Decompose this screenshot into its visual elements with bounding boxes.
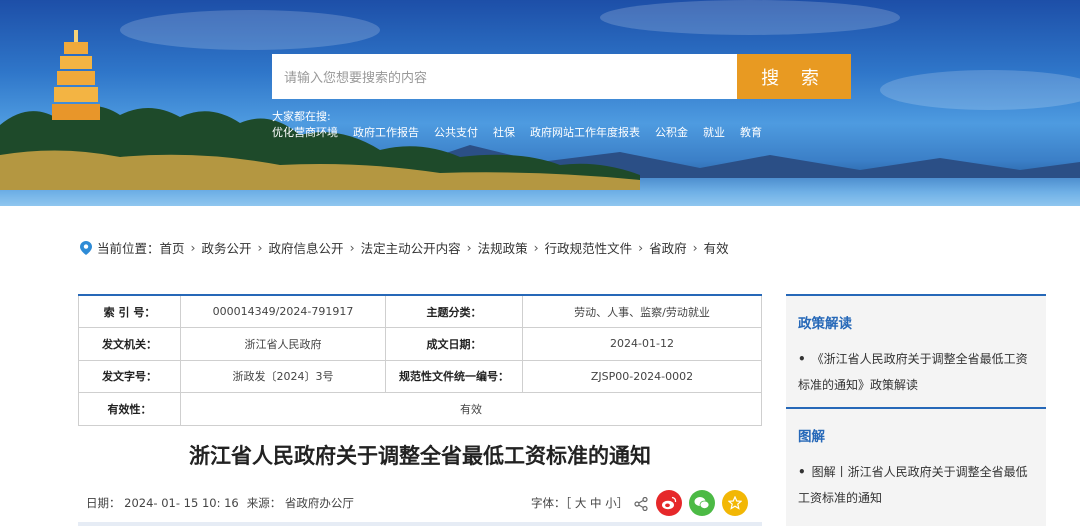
breadcrumb-separator: › [257, 240, 263, 255]
breadcrumb-separator: › [692, 240, 698, 255]
breadcrumb-item[interactable]: 法定主动公开内容 [361, 238, 461, 257]
validity-value: 有效 [180, 392, 762, 426]
breadcrumb-separator: › [638, 240, 644, 255]
bullet: • [798, 465, 806, 479]
hot-link[interactable]: 社保 [493, 124, 515, 140]
index-label: 索 引 号： [78, 294, 181, 328]
hot-link[interactable]: 政府网站工作年度报表 [530, 124, 640, 140]
docno-value: 浙政发〔2024〕3号 [180, 359, 386, 393]
breadcrumb-item[interactable]: 行政规范性文件 [545, 238, 633, 257]
pagoda-image [52, 30, 100, 120]
document-meta: 日期： 2024- 01- 15 10: 16 来源： 省政府办公厅 [86, 495, 354, 511]
issuer-label: 发文机关： [78, 327, 181, 361]
policy-interpretation-panel: 政策解读 • 《浙江省人民政府关于调整全省最低工资标准的通知》政策解读 [786, 294, 1046, 408]
breadcrumb-separator: › [190, 240, 196, 255]
breadcrumb-item[interactable]: 法规政策 [478, 238, 528, 257]
breadcrumb-item[interactable]: 有效 [704, 238, 729, 257]
breadcrumb-item[interactable]: 政务公开 [202, 238, 252, 257]
breadcrumb-item[interactable]: 省政府 [649, 238, 687, 257]
date-value: 2024-01-12 [522, 327, 762, 361]
docno-label: 发文字号： [78, 359, 181, 393]
breadcrumb-item[interactable]: 首页 [160, 238, 185, 257]
hot-link[interactable]: 公积金 [655, 124, 688, 140]
topic-value: 劳动、人事、监察/劳动就业 [522, 294, 762, 328]
banner-cloud [120, 10, 380, 50]
page-title: 浙江省人民政府关于调整全省最低工资标准的通知 [189, 444, 651, 468]
date-label: 成文日期： [385, 327, 523, 361]
star-icon [728, 496, 742, 510]
weibo-share-button[interactable] [656, 490, 682, 516]
hot-link[interactable]: 优化营商环境 [272, 124, 338, 140]
list-item[interactable]: • 图解丨浙江省人民政府关于调整全省最低工资标准的通知 [786, 445, 1046, 511]
policy-interpretation-title: 政策解读 [798, 316, 852, 332]
search-button[interactable]: 搜 索 [737, 54, 851, 99]
table-row: 有效性： 有效 [78, 392, 762, 426]
graphic-interpretation-link[interactable]: 图解丨浙江省人民政府关于调整全省最低工资标准的通知 [798, 465, 1028, 505]
breadcrumb: 当前位置： 首页 › 政务公开 › 政府信息公开 › 法定主动公开内容 › 法规… [80, 238, 729, 257]
table-row: 发文字号： 浙政发〔2024〕3号 规范性文件统一编号： ZJSP00-2024… [78, 359, 762, 393]
banner-cloud [880, 70, 1080, 110]
topic-label: 主题分类： [385, 294, 523, 328]
header-banner: 请输入您想要搜索的内容 搜 索 大家都在搜: 优化营商环境 政府工作报告 公共支… [0, 0, 1080, 206]
index-value: 000014349/2024-791917 [180, 294, 386, 328]
uniform-value: ZJSP00-2024-0002 [522, 359, 762, 393]
breadcrumb-separator: › [533, 240, 539, 255]
hot-link[interactable]: 就业 [703, 124, 725, 140]
breadcrumb-prefix: 当前位置： [97, 241, 160, 256]
wechat-share-button[interactable] [689, 490, 715, 516]
table-row: 索 引 号： 000014349/2024-791917 主题分类： 劳动、人事… [78, 294, 762, 328]
content-divider [78, 522, 762, 526]
search-placeholder: 请输入您想要搜索的内容 [284, 71, 428, 86]
search-input[interactable]: 请输入您想要搜索的内容 [272, 54, 737, 99]
hot-search-links: 优化营商环境 政府工作报告 公共支付 社保 政府网站工作年度报表 公积金 就业 … [272, 124, 762, 140]
hot-search-label: 大家都在搜: [272, 110, 331, 123]
share-icon[interactable] [634, 497, 648, 511]
graphic-interpretation-panel: 图解 • 图解丨浙江省人民政府关于调整全省最低工资标准的通知 [786, 407, 1046, 526]
bullet: • [798, 352, 806, 366]
validity-label: 有效性： [78, 392, 181, 426]
weibo-icon [662, 496, 677, 510]
document-info-table: 索 引 号： 000014349/2024-791917 主题分类： 劳动、人事… [78, 294, 762, 426]
table-row: 发文机关： 浙江省人民政府 成文日期： 2024-01-12 [78, 327, 762, 361]
issuer-value: 浙江省人民政府 [180, 327, 386, 361]
hot-link[interactable]: 公共支付 [434, 124, 478, 140]
breadcrumb-separator: › [349, 240, 355, 255]
policy-interpretation-link[interactable]: 《浙江省人民政府关于调整全省最低工资标准的通知》政策解读 [798, 352, 1028, 392]
breadcrumb-separator: › [466, 240, 472, 255]
wechat-icon [694, 497, 710, 509]
publish-date: 日期： 2024- 01- 15 10: 16 [86, 496, 239, 510]
font-size-switcher[interactable]: 字体：［ 大 中 小］ [531, 495, 628, 511]
graphic-interpretation-title: 图解 [798, 429, 825, 445]
uniform-label: 规范性文件统一编号： [385, 359, 523, 393]
hot-link[interactable]: 政府工作报告 [353, 124, 419, 140]
list-item[interactable]: • 《浙江省人民政府关于调整全省最低工资标准的通知》政策解读 [786, 332, 1046, 398]
favorite-button[interactable] [722, 490, 748, 516]
location-pin-icon [80, 240, 92, 255]
hot-link[interactable]: 教育 [740, 124, 762, 140]
document-source: 来源： 省政府办公厅 [246, 496, 354, 510]
breadcrumb-item[interactable]: 政府信息公开 [269, 238, 344, 257]
banner-cloud [600, 0, 900, 35]
